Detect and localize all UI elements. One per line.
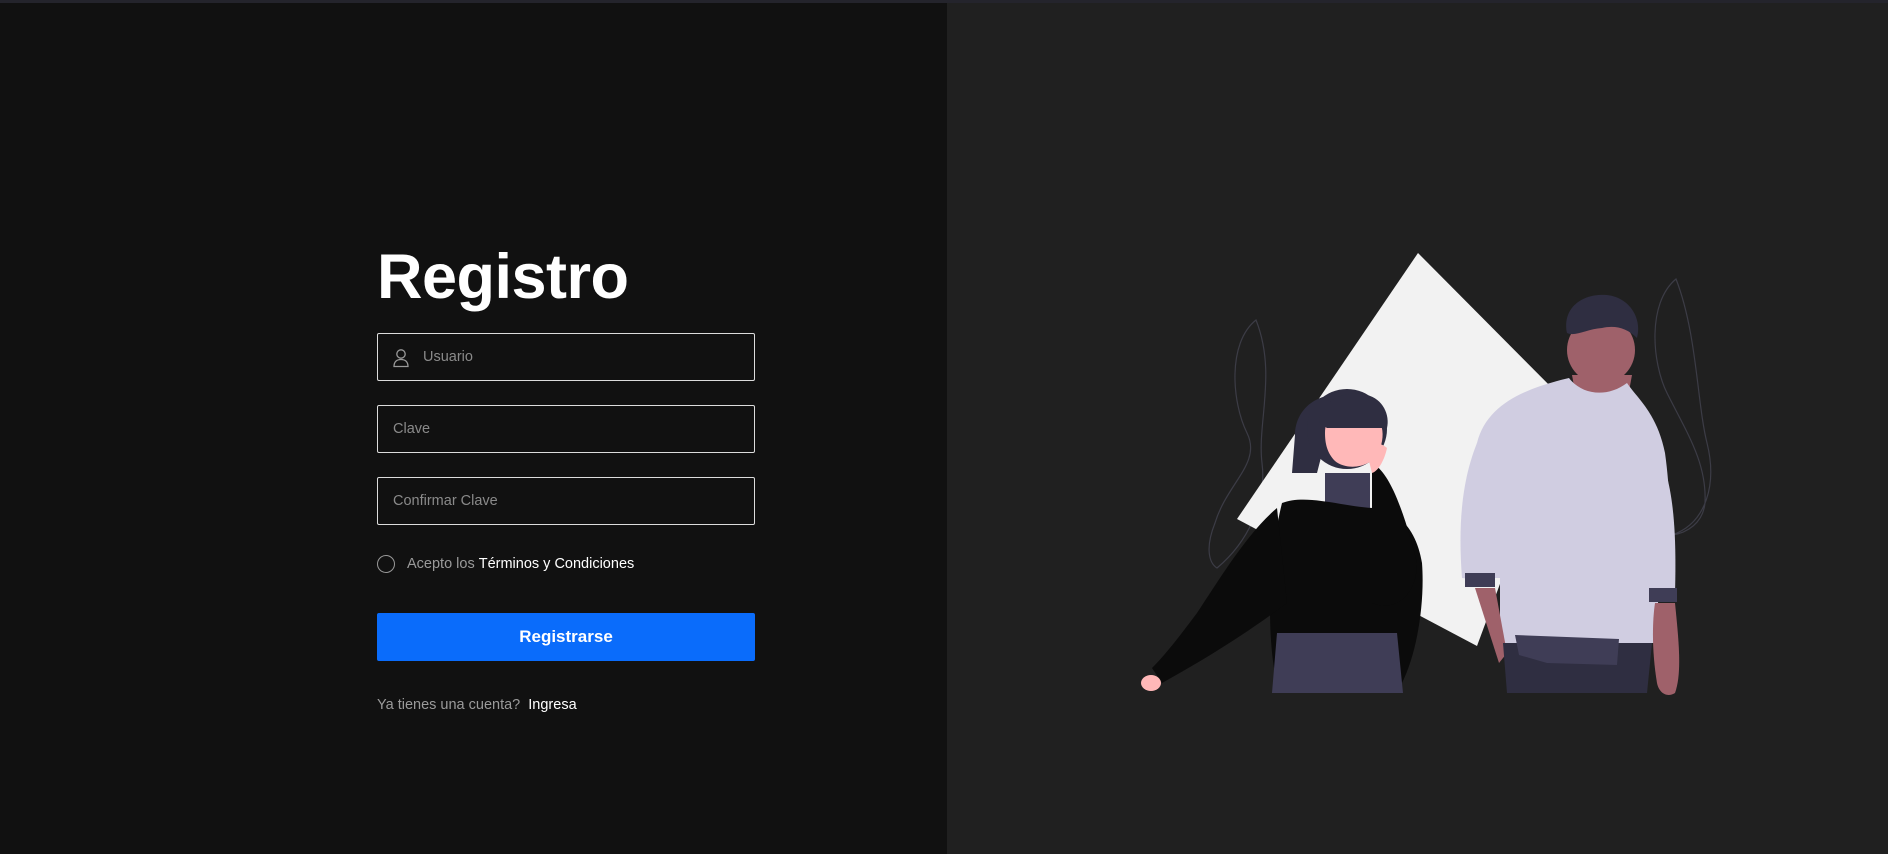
page-title: Registro — [377, 242, 629, 312]
user-icon — [393, 349, 409, 368]
login-link[interactable]: Ingresa — [528, 697, 576, 713]
two-people-illustration — [1141, 253, 1712, 695]
register-panel: Registro Acepto los Términos y Condicion… — [0, 3, 947, 854]
username-input[interactable] — [423, 334, 723, 380]
terms-row: Acepto los Términos y Condiciones — [377, 553, 634, 575]
terms-link[interactable]: Términos y Condiciones — [479, 556, 635, 572]
terms-prefix: Acepto los — [407, 556, 475, 572]
woman-figure — [1141, 389, 1423, 693]
login-prompt-text: Ya tienes una cuenta? — [377, 697, 521, 713]
login-prompt-row: Ya tienes una cuenta? Ingresa — [377, 697, 577, 713]
password-field[interactable] — [377, 405, 755, 453]
confirm-password-input[interactable] — [393, 478, 693, 524]
illustration-panel — [947, 3, 1888, 854]
username-field[interactable] — [377, 333, 755, 381]
register-button[interactable]: Registrarse — [377, 613, 755, 661]
password-input[interactable] — [393, 406, 693, 452]
terms-radio[interactable] — [377, 555, 395, 573]
confirm-password-field[interactable] — [377, 477, 755, 525]
